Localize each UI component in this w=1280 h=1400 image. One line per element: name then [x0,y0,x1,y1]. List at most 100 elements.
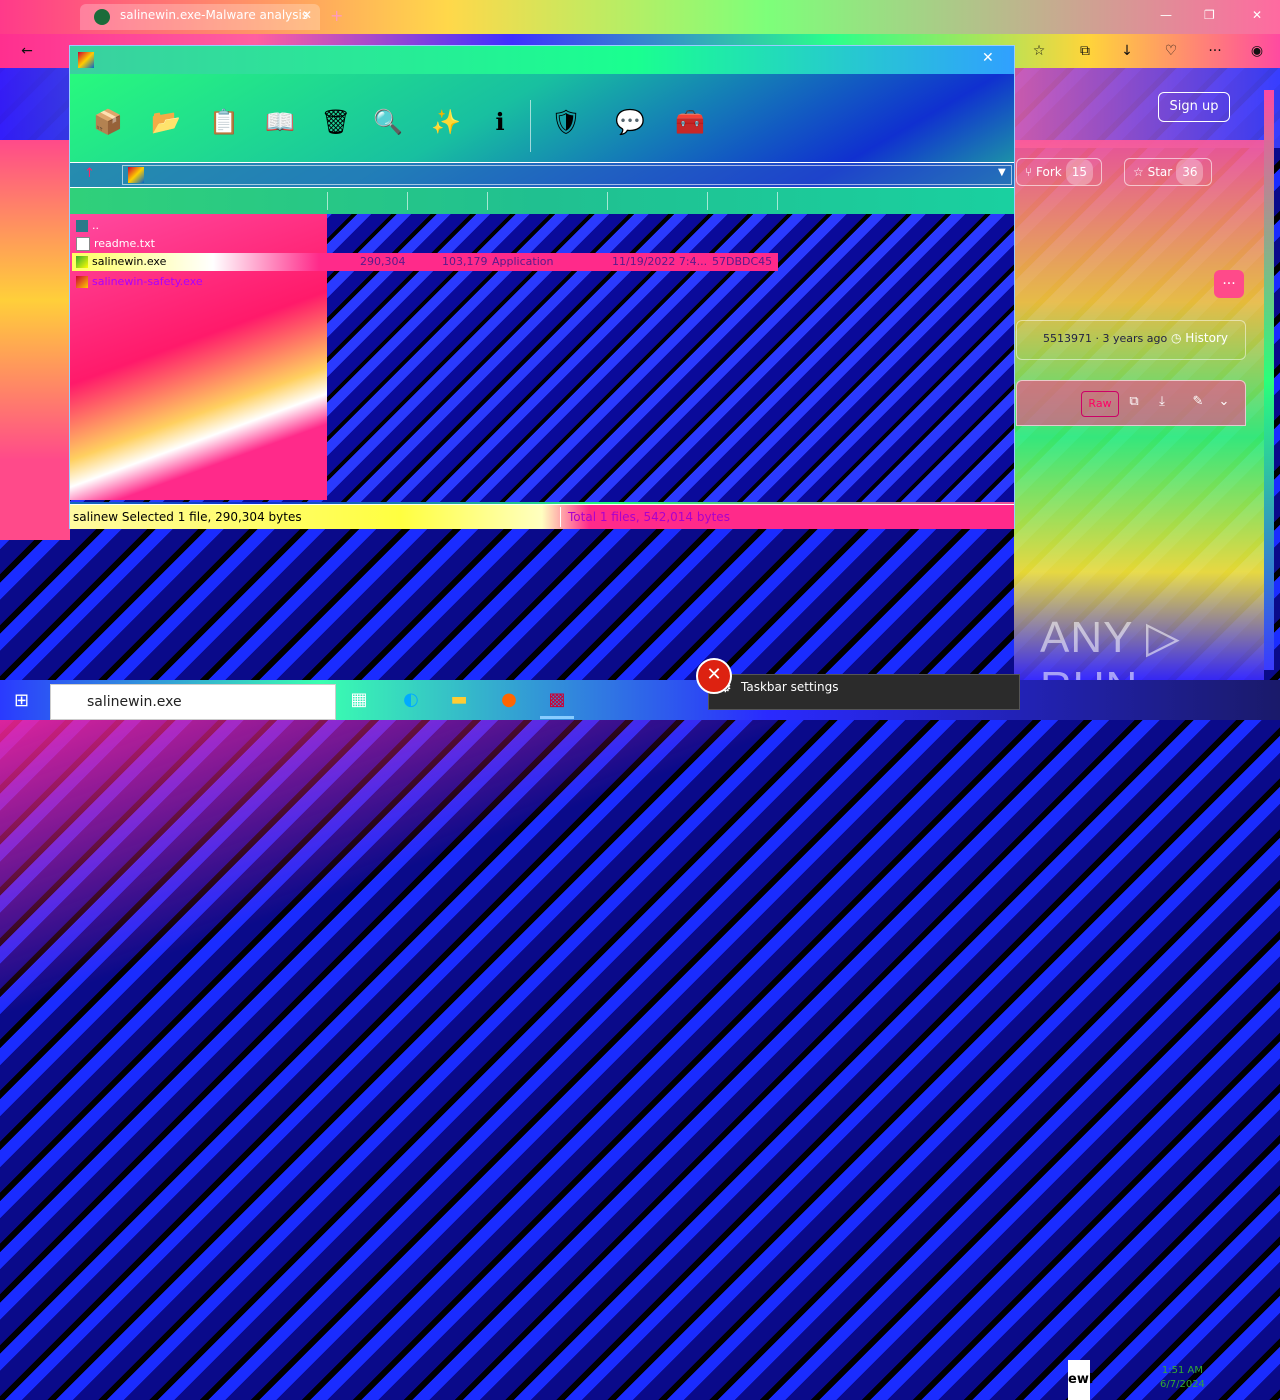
firefox-icon[interactable]: ● [492,684,526,716]
history-icon: ◷ [1171,331,1186,345]
downloads-icon[interactable]: ↓ [1118,42,1136,60]
winrar-window: ✕ 📦 📂 📋 📖 🗑 🔍 ✨ ℹ 🛡 💬 🧰 ↑ ▼ .. readme.tx… [69,45,1015,529]
status-total: Total 1 files, 542,014 bytes [568,510,730,524]
fork-button[interactable]: ⑂ Fork 15 [1016,158,1102,186]
close-window-button[interactable]: ✕ [1252,8,1262,22]
file-modified: 11/19/2022 7:4... [612,255,708,268]
taskbar-context-menu: ⚙ Taskbar settings [708,674,1020,710]
file-name: salinewin-safety.exe [92,275,203,288]
taskbar-search-input[interactable]: salinewin.exe [50,684,336,720]
delete-icon[interactable]: 🗑 [316,102,356,142]
parent-folder-icon [76,220,88,232]
fork-label: Fork [1036,165,1062,179]
error-icon: ✕ [696,658,732,694]
commit-info[interactable]: 5513971 · 3 years ago [1043,332,1167,345]
extract-to-icon[interactable]: 📂 [146,102,186,142]
page-scrollbar[interactable] [1264,90,1274,670]
path-bar: ↑ ▼ [70,162,1014,188]
test-icon[interactable]: 📋 [204,102,244,142]
selected-row[interactable]: salinewin.exe 290,304 103,179 Applicatio… [72,253,778,271]
taskbar: ⊞ salinewin.exe ▦ ◐ ▬ ● ▩ ewi 1:51 AM 6/… [0,680,1280,1400]
windows-start-icon[interactable]: ⊞ [14,690,29,711]
list-item[interactable]: readme.txt [76,235,155,253]
history-link[interactable]: ◷ History [1171,331,1228,345]
winrar-close-icon[interactable]: ✕ [982,50,994,66]
browser-tab[interactable]: salinewin.exe-Malware analysis ✕ [80,4,320,30]
github-left-sidebar [0,140,70,540]
wizard-icon[interactable]: ✨ [426,102,466,142]
copy-raw-icon[interactable]: ⧉ [1125,393,1143,411]
toolbar-separator [530,100,531,152]
file-actions-bar: Raw ⧉ ⤓ ✎ ⌄ [1016,380,1246,426]
minimize-button[interactable]: — [1160,8,1172,22]
path-field[interactable] [122,165,1012,185]
collections-icon[interactable]: ⧉ [1076,42,1094,60]
taskbar-settings-item[interactable]: Taskbar settings [741,680,838,694]
path-dropdown-icon[interactable]: ▼ [998,167,1006,178]
task-view-icon[interactable]: ▦ [342,684,376,716]
winrar-taskbar-icon[interactable]: ▩ [540,684,574,719]
browser-tab-bar: salinewin.exe-Malware analysis ✕ + — ❐ ✕ [0,0,1280,34]
clock[interactable]: 1:51 AM 6/7/2024 [1160,1364,1205,1392]
clock-date: 6/7/2024 [1160,1379,1205,1390]
edge-icon[interactable]: ◐ [394,684,428,716]
status-selection: salinew Selected 1 file, 290,304 bytes [73,510,302,524]
column-modified[interactable] [707,192,708,210]
virus-scan-icon[interactable]: 🛡 [546,102,586,142]
file-explorer-icon[interactable]: ▬ [442,684,476,716]
more-options-button[interactable]: ··· [1214,270,1244,298]
edit-icon[interactable]: ✎ [1189,393,1207,411]
winrar-toolbar: 📦 📂 📋 📖 🗑 🔍 ✨ ℹ 🛡 💬 🧰 [70,96,1014,158]
raw-button[interactable]: Raw [1081,391,1119,417]
tab-title: salinewin.exe-Malware analysis [120,8,309,22]
maximize-button[interactable]: ❐ [1204,8,1215,22]
chevron-down-icon[interactable]: ⌄ [1215,393,1233,411]
fork-count: 15 [1065,159,1093,185]
file-list: .. readme.txt salinewin.exe 290,304 103,… [70,214,1014,502]
browser-essentials-icon[interactable]: ♡ [1162,42,1180,60]
download-raw-icon[interactable]: ⤓ [1153,393,1171,411]
column-crc[interactable] [777,192,778,210]
status-divider [560,507,561,527]
latest-commit-bar: 5513971 · 3 years ago ◷ History [1016,320,1246,360]
up-folder-icon[interactable]: ↑ [84,166,95,181]
back-icon[interactable]: ← [18,42,36,60]
copilot-icon[interactable]: ◉ [1248,42,1266,60]
star-icon: ☆ [1133,165,1148,179]
winrar-app-icon [78,52,94,68]
file-packed: 103,179 [442,255,488,268]
column-size[interactable] [407,192,408,210]
tab-close-icon[interactable]: ✕ [302,8,312,22]
tray-text[interactable]: ewi [1068,1360,1093,1400]
text-file-icon [76,237,90,251]
fork-icon: ⑂ [1025,165,1037,179]
status-bar: salinew Selected 1 file, 290,304 bytes T… [70,504,1014,529]
settings-more-icon[interactable]: ··· [1206,42,1224,60]
info-icon[interactable]: ℹ [480,102,520,142]
archive-path-icon [128,167,144,183]
history-label: History [1185,331,1228,345]
view-icon[interactable]: 📖 [260,102,300,142]
github-favicon-icon [94,9,110,25]
new-tab-button[interactable]: + [330,6,343,25]
find-icon[interactable]: 🔍 [368,102,408,142]
favorites-icon[interactable]: ☆ [1030,42,1048,60]
file-name: .. [92,219,99,232]
sign-up-button[interactable]: Sign up [1158,92,1230,122]
star-label: Star [1147,165,1173,179]
search-text: salinewin.exe [87,694,182,710]
file-crc: 57DBDC45 [712,255,773,268]
list-item[interactable]: .. [76,217,99,235]
column-name[interactable] [327,192,328,210]
add-icon[interactable]: 📦 [88,102,128,142]
star-button[interactable]: ☆ Star 36 [1124,158,1213,186]
list-item[interactable]: salinewin-safety.exe [76,273,203,291]
file-type: Application [492,255,554,268]
sfx-icon[interactable]: 🧰 [670,102,710,142]
file-name: salinewin.exe [92,255,167,268]
exe-file-icon [76,256,88,268]
comment-icon[interactable]: 💬 [610,102,650,142]
column-packed[interactable] [487,192,488,210]
column-type[interactable] [607,192,608,210]
winrar-title-bar[interactable]: ✕ [70,46,1014,74]
